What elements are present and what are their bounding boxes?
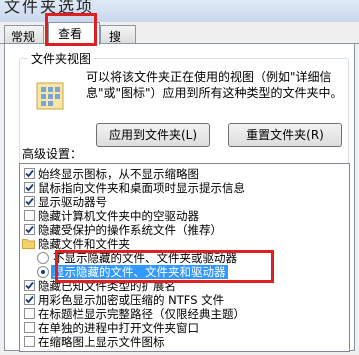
checkbox[interactable] bbox=[24, 168, 35, 179]
radio-button[interactable] bbox=[37, 266, 49, 278]
checkbox[interactable] bbox=[24, 224, 35, 235]
list-item-label: 在标题栏显示完整路径（仅限经典主题） bbox=[38, 307, 245, 321]
list-item-label: 用彩色显示加密或压缩的 NTFS 文件 bbox=[38, 293, 225, 307]
folder-views-description: 可以将该文件夹正在使用的视图（例如"详细信息"或"图标"）应用到所有这种类型的文… bbox=[86, 70, 343, 100]
checkbox[interactable] bbox=[24, 322, 35, 333]
tab-general-label: 常规 bbox=[11, 30, 36, 44]
folder-views-legend: 文件夹视图 bbox=[28, 50, 95, 67]
list-item-label: 显示隐藏的文件、文件夹和驱动器 bbox=[51, 265, 228, 279]
advanced-settings-label: 高级设置： bbox=[22, 147, 83, 161]
checkbox[interactable] bbox=[24, 210, 35, 221]
list-item-label: 不显示隐藏的文件、文件夹或驱动器 bbox=[53, 251, 237, 265]
checkbox[interactable] bbox=[24, 182, 35, 193]
list-item[interactable]: 隐藏文件和文件夹 bbox=[20, 237, 349, 251]
list-item-label: 隐藏受保护的操作系统文件（推荐） bbox=[38, 223, 222, 237]
list-item[interactable]: 显示隐藏的文件、文件夹和驱动器 bbox=[20, 265, 349, 279]
radio-button[interactable] bbox=[37, 252, 49, 264]
list-item[interactable]: 在缩略图上显示文件图标 bbox=[20, 335, 349, 349]
folder-views-icon bbox=[36, 82, 64, 110]
view-tab-panel: 文件夹视图 可以将该文件夹正在使用的视图（例如"详细信息"或"图标"）应用到所有… bbox=[4, 43, 355, 352]
checkbox[interactable] bbox=[24, 294, 35, 305]
list-item-label: 在单独的进程中打开文件夹窗口 bbox=[38, 321, 199, 335]
list-item-label: 隐藏计算机文件夹中的空驱动器 bbox=[38, 209, 199, 223]
tab-view-label: 查看 bbox=[58, 27, 83, 41]
list-item[interactable]: 在标题栏显示完整路径（仅限经典主题） bbox=[20, 307, 349, 321]
tab-view[interactable]: 查看 bbox=[48, 22, 100, 45]
title-bar: 文件夹选项 bbox=[0, 0, 359, 22]
list-item-label: 鼠标指向文件夹和桌面项时显示提示信息 bbox=[38, 181, 245, 195]
checkbox[interactable] bbox=[24, 280, 35, 291]
list-item-label: 始终显示图标，从不显示缩略图 bbox=[38, 167, 199, 181]
checkbox[interactable] bbox=[24, 308, 35, 319]
list-item-label: 在缩略图上显示文件图标 bbox=[38, 335, 165, 349]
list-item[interactable]: 在单独的进程中打开文件夹窗口 bbox=[20, 321, 349, 335]
advanced-settings-list[interactable]: 始终显示图标，从不显示缩略图 鼠标指向文件夹和桌面项时显示提示信息 显示驱动器号… bbox=[19, 163, 350, 352]
list-item[interactable]: 隐藏已知文件类型的扩展名 bbox=[20, 279, 349, 293]
tab-general[interactable]: 常规 bbox=[4, 25, 44, 44]
tab-search[interactable]: 搜索 bbox=[100, 25, 136, 61]
list-item[interactable]: 始终显示图标，从不显示缩略图 bbox=[20, 167, 349, 181]
reset-folders-button[interactable]: 重置文件夹(R) bbox=[228, 123, 342, 147]
list-item-label: 显示驱动器号 bbox=[38, 195, 107, 209]
list-item-label: 隐藏文件和文件夹 bbox=[38, 237, 130, 251]
checkbox[interactable] bbox=[24, 196, 35, 207]
list-item[interactable]: 隐藏计算机文件夹中的空驱动器 bbox=[20, 209, 349, 223]
apply-to-folders-button[interactable]: 应用到文件夹(L) bbox=[96, 123, 210, 147]
tab-strip: 常规 查看 搜索 bbox=[0, 22, 359, 61]
window-title: 文件夹选项 bbox=[4, 0, 95, 16]
checkbox[interactable] bbox=[24, 336, 35, 347]
list-item-label: 隐藏已知文件类型的扩展名 bbox=[38, 279, 176, 293]
list-item[interactable]: 用彩色显示加密或压缩的 NTFS 文件 bbox=[20, 293, 349, 307]
folder-icon bbox=[22, 239, 35, 249]
list-item[interactable]: 不显示隐藏的文件、文件夹或驱动器 bbox=[20, 251, 349, 265]
list-item[interactable]: 鼠标指向文件夹和桌面项时显示提示信息 bbox=[20, 181, 349, 195]
list-item[interactable]: 显示驱动器号 bbox=[20, 195, 349, 209]
list-item[interactable]: 隐藏受保护的操作系统文件（推荐） bbox=[20, 223, 349, 237]
